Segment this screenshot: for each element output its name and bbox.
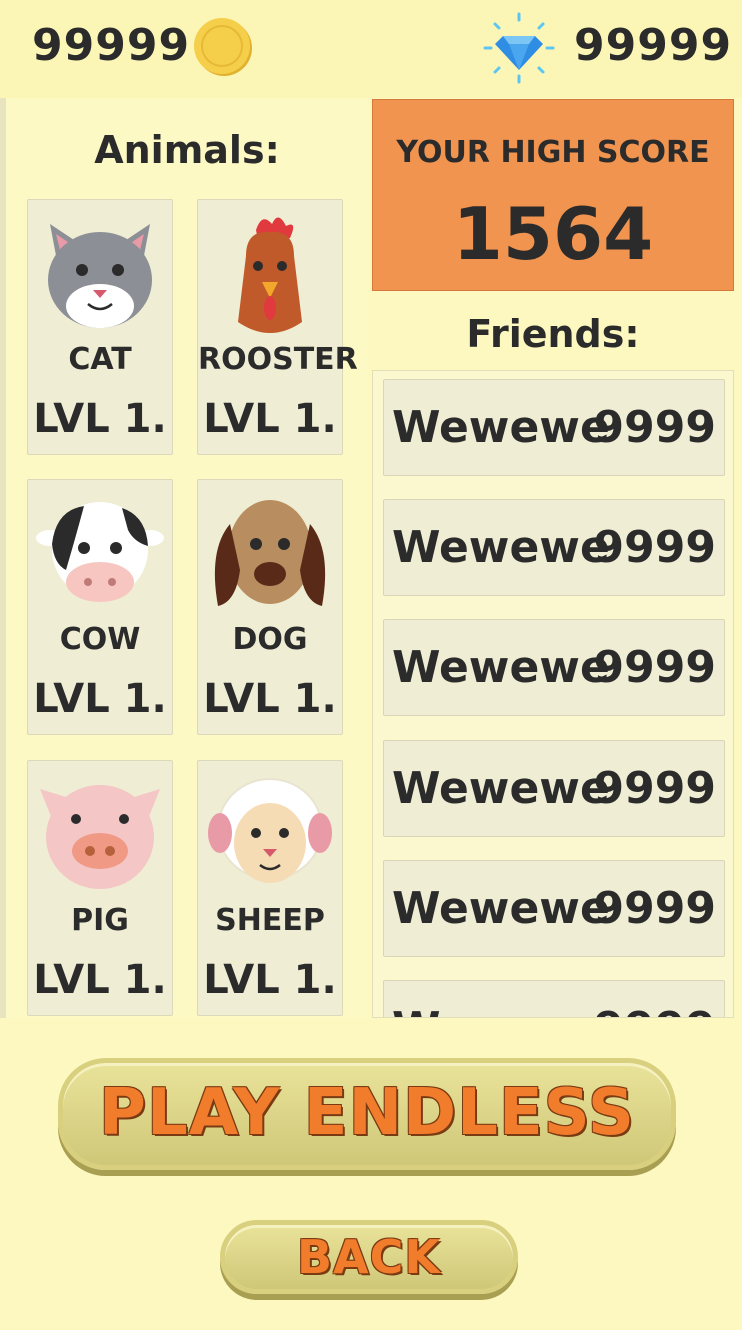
friend-name: Wewewe <box>392 883 610 934</box>
gem-count: 99999 <box>574 20 733 71</box>
animal-name: CAT <box>68 342 132 377</box>
friend-score: 9999 <box>593 883 716 934</box>
friend-name: Wewewe <box>392 763 610 814</box>
animal-level: LVL 1. <box>203 676 337 722</box>
animal-name: SHEEP <box>215 903 325 938</box>
animals-panel: Animals: CAT LVL 1. ROOSTER LVL 1. COW L… <box>6 98 368 1018</box>
rooster-face-icon <box>238 217 302 333</box>
high-score-box: YOUR HIGH SCORE 1564 <box>372 99 734 291</box>
friend-score: 9999 <box>593 402 716 453</box>
animal-level: LVL 1. <box>33 676 167 722</box>
animal-name: ROOSTER <box>198 342 358 377</box>
high-score-value: 1564 <box>452 192 654 276</box>
coin-count: 99999 <box>32 20 191 71</box>
friend-score: 9999 <box>593 642 716 693</box>
coin-icon <box>194 18 252 76</box>
cow-face-icon <box>36 502 164 602</box>
friend-row: Wewewe 9999 <box>383 980 725 1017</box>
diamond-icon <box>483 12 555 84</box>
animal-level: LVL 1. <box>33 396 167 442</box>
play-endless-button[interactable]: PLAY ENDLESS <box>58 1058 676 1170</box>
back-button[interactable]: BACK <box>220 1220 518 1294</box>
back-label: BACK <box>296 1230 442 1284</box>
friends-list[interactable]: Wewewe 9999 Wewewe 9999 Wewewe 9999 Wewe… <box>372 370 734 1018</box>
cat-face-icon <box>48 224 152 328</box>
friend-name: Wewewe <box>392 1003 610 1017</box>
animal-name: COW <box>59 622 141 657</box>
animal-card-cow[interactable]: COW LVL 1. <box>27 479 173 735</box>
friend-name: Wewewe <box>392 522 610 573</box>
friend-row: Wewewe 9999 <box>383 499 725 596</box>
friend-row: Wewewe 9999 <box>383 740 725 837</box>
high-score-label: YOUR HIGH SCORE <box>396 135 710 170</box>
friend-row: Wewewe 9999 <box>383 379 725 476</box>
animal-card-pig[interactable]: PIG LVL 1. <box>27 760 173 1016</box>
animal-level: LVL 1. <box>203 396 337 442</box>
friend-score: 9999 <box>593 763 716 814</box>
animal-level: LVL 1. <box>33 957 167 1003</box>
friend-score: 9999 <box>594 1003 716 1017</box>
animal-card-dog[interactable]: DOG LVL 1. <box>197 479 343 735</box>
friend-name: Wewewe <box>392 402 610 453</box>
dog-face-icon <box>214 500 326 606</box>
animal-card-rooster[interactable]: ROOSTER LVL 1. <box>197 199 358 455</box>
friend-score: 9999 <box>593 522 716 573</box>
animal-card-sheep[interactable]: SHEEP LVL 1. <box>197 760 343 1016</box>
play-endless-label: PLAY ENDLESS <box>99 1076 635 1150</box>
pig-face-icon <box>40 785 160 889</box>
animal-name: PIG <box>71 903 129 938</box>
sheep-face-icon <box>208 778 332 883</box>
friends-heading: Friends: <box>466 312 640 356</box>
animal-name: DOG <box>232 622 308 657</box>
friend-name: Wewewe <box>392 642 610 693</box>
friend-row: Wewewe 9999 <box>383 860 725 957</box>
friend-row: Wewewe 9999 <box>383 619 725 716</box>
animals-heading: Animals: <box>94 128 280 172</box>
animal-level: LVL 1. <box>203 957 337 1003</box>
animal-card-cat[interactable]: CAT LVL 1. <box>27 199 173 455</box>
